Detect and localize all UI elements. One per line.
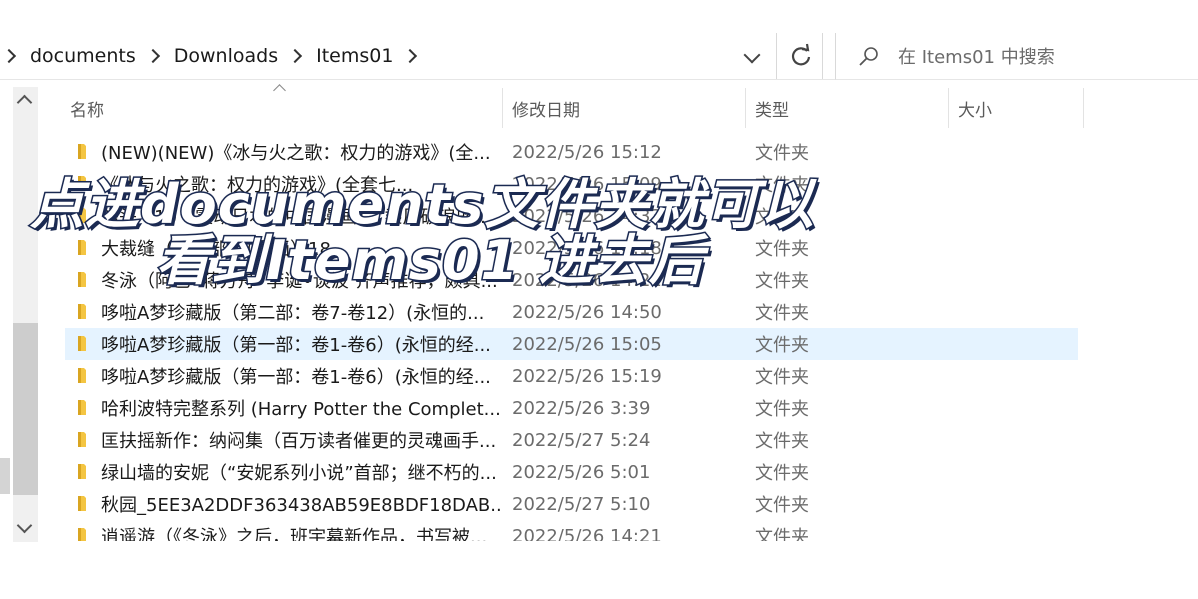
- file-date: 2022/5/26 14:33: [512, 205, 662, 227]
- file-row[interactable]: 哆啦A梦珍藏版（第一部：卷1-卷6）(永恒的经... 2022/5/26 15:0…: [65, 328, 1078, 360]
- file-row[interactable]: 冬泳（阿乙•蒋方舟•李诞•谈波 齐声推荐，颇具... 2022/5/26 14:2…: [65, 264, 1078, 296]
- file-type: 文件夹: [755, 303, 809, 324]
- file-row[interactable]: (NEW)(NEW)《冰与火之歌：权力的游戏》(全... 2022/5/26 15…: [65, 136, 1078, 168]
- file-row[interactable]: 秋园_5EE3A2DDF363438AB59E8BDF18DAB... 2022/…: [65, 488, 1078, 520]
- file-name: 哆啦A梦珍藏版（第二部：卷7-卷12）(永恒的...: [101, 303, 485, 324]
- file-row[interactable]: 《冰与火之歌：权力的游戏》(全套七... 2022/5/26 15:09 文件夹: [65, 168, 1078, 200]
- breadcrumb-downloads[interactable]: Downloads: [174, 45, 278, 67]
- file-type: 文件夹: [755, 335, 809, 356]
- file-date: 2022/5/26 15:12: [512, 141, 662, 163]
- file-type: 文件夹: [755, 463, 809, 484]
- file-name: 冬泳（阿乙•蒋方舟•李诞•谈波 齐声推荐，颇具...: [101, 271, 498, 292]
- folder-icon: [78, 464, 86, 479]
- folder-icon: [78, 368, 86, 383]
- file-date: 2022/5/27 5:10: [512, 493, 651, 515]
- breadcrumb-items01[interactable]: Items01: [316, 45, 393, 67]
- file-row[interactable]: 逍遥游（《冬泳》之后，班宇幕新作品，书写被... 2022/5/26 14:21 文…: [65, 520, 1078, 541]
- column-header-type[interactable]: 类型: [755, 88, 945, 128]
- scroll-up-icon[interactable]: [16, 94, 33, 111]
- search-icon: [859, 47, 878, 66]
- folder-icon: [78, 144, 86, 159]
- chevron-right-icon[interactable]: [403, 48, 418, 64]
- folder-icon: [78, 304, 86, 319]
- file-type: 文件夹: [755, 431, 809, 452]
- file-name: 绿山墙的安妮（“安妮系列小说”首部；继不朽的...: [101, 463, 497, 484]
- column-header-name[interactable]: 名称: [70, 88, 500, 128]
- search-input[interactable]: [896, 42, 1190, 72]
- address-bar[interactable]: documents Downloads Items01: [0, 33, 822, 79]
- file-type: 文件夹: [755, 239, 809, 260]
- file-type: 文件夹: [755, 207, 809, 228]
- file-type: 文件夹: [755, 367, 809, 388]
- chevron-right-icon[interactable]: [288, 48, 303, 64]
- file-name: 匡扶摇新作：纳闷集（百万读者催更的灵魂画手...: [101, 431, 497, 452]
- file-list: (NEW)(NEW)《冰与火之歌：权力的游戏》(全... 2022/5/26 15…: [65, 136, 1078, 541]
- divider: [0, 79, 835, 80]
- file-row[interactable]: 哆啦A梦珍藏版（第一部：卷1-卷6）(永恒的经... 2022/5/26 15:1…: [65, 360, 1078, 392]
- column-header-size[interactable]: 大小: [958, 88, 1078, 128]
- file-type: 文件夹: [755, 527, 809, 541]
- breadcrumb: documents Downloads Items01: [0, 33, 822, 79]
- scroll-down-icon[interactable]: [16, 517, 33, 534]
- file-date: 2022/5/26 14:50: [512, 301, 662, 323]
- breadcrumb-documents[interactable]: documents: [30, 45, 136, 67]
- folder-icon: [78, 208, 86, 223]
- file-date: 2022/5/26 15:09: [512, 173, 662, 195]
- file-row[interactable]: 哆啦A梦珍藏版（第二部：卷7-卷12）(永恒的... 2022/5/26 14:5…: [65, 296, 1078, 328]
- column-divider[interactable]: [745, 88, 746, 128]
- file-name: 逍遥游（《冬泳》之后，班宇幕新作品，书写被...: [101, 527, 488, 541]
- file-row[interactable]: 绿山墙的安妮（“安妮系列小说”首部；继不朽的... 2022/5/26 5:01 文…: [65, 456, 1078, 488]
- file-row[interactable]: 哈利波特完整系列 (Harry Potter the Complet... 202…: [65, 392, 1078, 424]
- file-date: 2022/5/26 14:21: [512, 525, 662, 542]
- file-name: (NEW)(NEW)《冰与火之歌：权力的游戏》(全...: [101, 143, 491, 164]
- file-type: 文件夹: [755, 271, 809, 292]
- file-row[interactable]: 匡扶摇新作：纳闷集（百万读者催更的灵魂画手... 2022/5/27 5:24 文件…: [65, 424, 1078, 456]
- column-divider[interactable]: [1083, 88, 1084, 128]
- file-row[interactable]: 大裁缝（第一部）（漫画）18... 2022/5/26 14:18 文件夹: [65, 232, 1078, 264]
- file-name: 哆啦A梦珍藏版（第一部：卷1-卷6）(永恒的经...: [101, 335, 491, 356]
- column-header-date[interactable]: 修改日期: [512, 88, 742, 128]
- refresh-icon[interactable]: [787, 42, 815, 70]
- file-date: 2022/5/26 15:05: [512, 333, 662, 355]
- file-name: 大裁缝（第一部）（漫画）18...: [101, 239, 349, 260]
- file-name: 哈利波特完整系列 (Harry Potter the Complet...: [101, 399, 501, 420]
- file-date: 2022/5/26 5:01: [512, 461, 651, 483]
- file-date: 2022/5/26 14:18: [512, 237, 662, 259]
- nav-pane-edge: [0, 458, 10, 494]
- folder-icon: [78, 400, 86, 415]
- search-box[interactable]: [835, 33, 1198, 80]
- file-name: 哆啦A梦珍藏版（第一部：卷1-卷6）(永恒的经...: [101, 367, 491, 388]
- file-name: 馒头 · 10（震动日本的中国漫画！“乘风破浪的...: [101, 207, 492, 228]
- file-date: 2022/5/26 15:19: [512, 365, 662, 387]
- file-row[interactable]: 馒头 · 10（震动日本的中国漫画！“乘风破浪的... 2022/5/26 14:…: [65, 200, 1078, 232]
- folder-icon: [78, 336, 86, 351]
- folder-icon: [78, 240, 86, 255]
- file-name: 秋园_5EE3A2DDF363438AB59E8BDF18DAB...: [101, 495, 501, 516]
- divider: [822, 33, 823, 79]
- folder-icon: [78, 496, 86, 511]
- chevron-right-icon[interactable]: [1, 48, 17, 64]
- file-type: 文件夹: [755, 495, 809, 516]
- scrollbar-thumb[interactable]: [13, 323, 38, 495]
- file-type: 文件夹: [755, 143, 809, 164]
- file-name: 《冰与火之歌：权力的游戏》(全套七...: [101, 175, 414, 196]
- vertical-scrollbar[interactable]: [13, 87, 38, 542]
- folder-icon: [78, 528, 86, 541]
- file-date: 2022/5/27 5:24: [512, 429, 651, 451]
- chevron-right-icon[interactable]: [145, 48, 160, 64]
- column-divider[interactable]: [502, 88, 503, 128]
- divider: [776, 33, 777, 79]
- file-type: 文件夹: [755, 175, 809, 196]
- column-divider[interactable]: [948, 88, 949, 128]
- file-date: 2022/5/26 14:21: [512, 269, 662, 291]
- folder-icon: [78, 272, 86, 287]
- folder-icon: [78, 432, 86, 447]
- folder-icon: [78, 176, 86, 191]
- file-date: 2022/5/26 3:39: [512, 397, 651, 419]
- file-type: 文件夹: [755, 399, 809, 420]
